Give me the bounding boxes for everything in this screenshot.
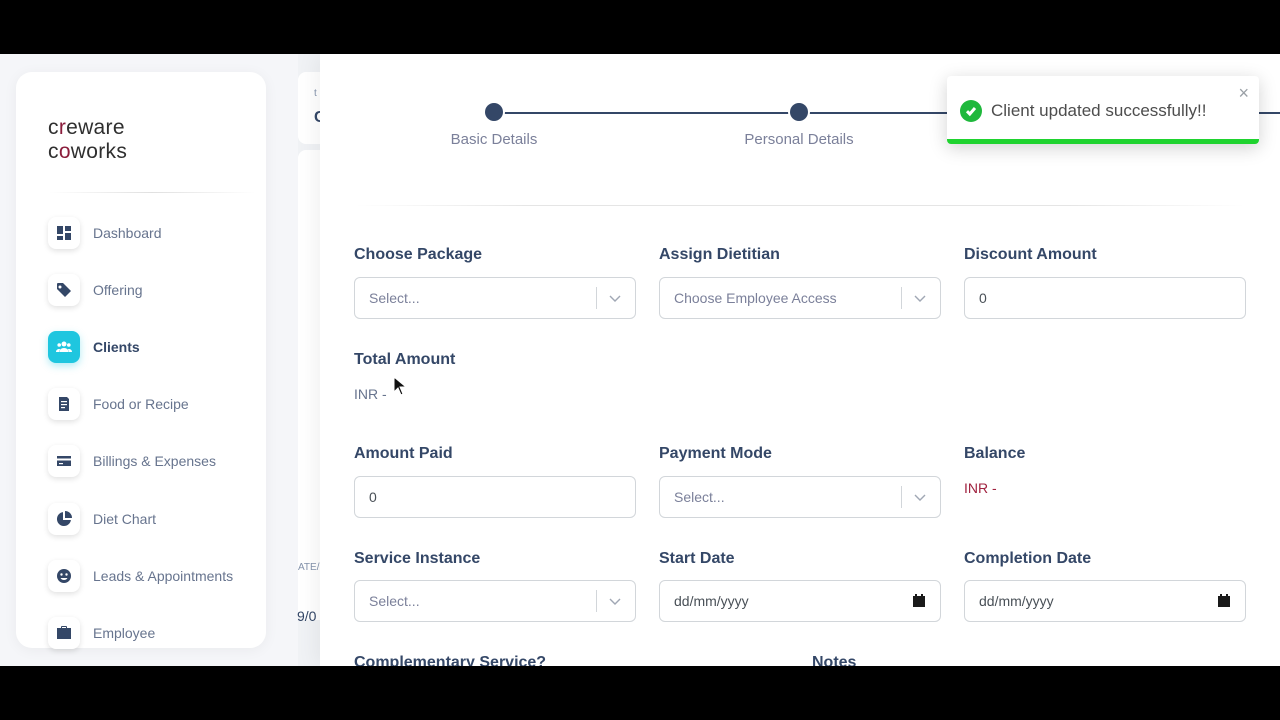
- credit-card-icon: [48, 445, 80, 478]
- select-placeholder: Select...: [674, 489, 725, 505]
- sidebar-divider: [48, 192, 256, 193]
- select-separator: [901, 486, 902, 508]
- sidebar-item-dashboard[interactable]: Dashboard: [48, 204, 258, 261]
- users-icon: [48, 330, 80, 363]
- close-icon[interactable]: ×: [1238, 84, 1249, 102]
- dashboard-icon: [48, 216, 80, 249]
- sidebar-item-clients[interactable]: Clients: [48, 318, 258, 375]
- step-label: Personal Details: [744, 131, 854, 148]
- sidebar-item-label: Offering: [93, 281, 143, 298]
- choose-package-select[interactable]: Select...: [354, 277, 636, 319]
- select-placeholder: Select...: [369, 593, 420, 609]
- select-separator: [901, 287, 902, 309]
- sidebar-item-label: Dashboard: [93, 224, 162, 241]
- sidebar-item-food-or-recipe[interactable]: Food or Recipe: [48, 376, 258, 433]
- input-value: 0: [979, 290, 987, 306]
- start-date-input[interactable]: dd/mm/yyyy: [659, 580, 941, 622]
- sidebar-item-leads-appointments[interactable]: Leads & Appointments: [48, 547, 258, 604]
- mouse-cursor-icon: [393, 376, 407, 396]
- sidebar-item-label: Clients: [93, 338, 140, 355]
- sidebar-item-billings-expenses[interactable]: Billings & Expenses: [48, 433, 258, 490]
- step-basic-details[interactable]: Basic Details: [394, 103, 594, 148]
- sidebar-item-label: Employee: [93, 624, 156, 641]
- discount-amount-label: Discount Amount: [964, 246, 1097, 263]
- check-circle-icon: [960, 100, 982, 122]
- payment-mode-label: Payment Mode: [659, 445, 772, 462]
- chevron-down-icon[interactable]: [912, 290, 928, 306]
- completion-date-label: Completion Date: [964, 550, 1092, 567]
- complementary-service-label: Complementary Service?: [354, 654, 547, 666]
- step-dot: [485, 103, 503, 121]
- success-toast: Client updated successfully!! ×: [947, 76, 1259, 144]
- balance-value: INR -: [964, 480, 997, 496]
- sidebar-item-diet-chart[interactable]: Diet Chart: [48, 490, 258, 547]
- select-separator: [596, 590, 597, 612]
- completion-date-input[interactable]: dd/mm/yyyy: [964, 580, 1246, 622]
- sidebar-item-label: Food or Recipe: [93, 396, 189, 413]
- calendar-icon[interactable]: [912, 594, 926, 608]
- date-placeholder: dd/mm/yyyy: [979, 593, 1054, 609]
- tag-icon: [48, 273, 80, 306]
- logo-line-2: coworks: [48, 140, 128, 163]
- face-icon: [48, 559, 80, 592]
- assign-dietitian-label: Assign Dietitian: [659, 246, 780, 263]
- brand-logo[interactable]: creware coworks: [48, 116, 127, 164]
- document-icon: [48, 388, 80, 421]
- sidebar-item-label: Billings & Expenses: [93, 453, 216, 470]
- select-placeholder: Choose Employee Access: [674, 290, 837, 306]
- select-placeholder: Select...: [369, 290, 420, 306]
- amount-paid-input[interactable]: 0: [354, 476, 636, 518]
- pie-chart-icon: [48, 502, 80, 535]
- app-viewport: creware coworks Dashboard Offering Clien…: [0, 54, 1280, 666]
- calendar-icon[interactable]: [1217, 594, 1231, 608]
- amount-paid-label: Amount Paid: [354, 445, 453, 462]
- sidebar-item-label: Diet Chart: [93, 510, 157, 527]
- chevron-down-icon[interactable]: [607, 290, 623, 306]
- logo-line-1: creware: [48, 116, 125, 139]
- input-value: 0: [369, 489, 377, 505]
- choose-package-label: Choose Package: [354, 246, 483, 263]
- date-placeholder: dd/mm/yyyy: [674, 593, 749, 609]
- sidebar: creware coworks Dashboard Offering Clien…: [16, 72, 266, 649]
- total-amount-label: Total Amount: [354, 351, 456, 368]
- payment-mode-select[interactable]: Select...: [659, 476, 941, 518]
- balance-label: Balance: [964, 445, 1026, 462]
- step-personal-details[interactable]: Personal Details: [699, 103, 899, 148]
- briefcase-icon: [48, 616, 80, 649]
- service-instance-label: Service Instance: [354, 550, 481, 567]
- notes-label: Notes: [812, 654, 857, 666]
- panel-divider: [354, 205, 1246, 206]
- select-separator: [596, 287, 597, 309]
- sidebar-item-offering[interactable]: Offering: [48, 261, 258, 318]
- background-cell: 9/0: [297, 608, 317, 624]
- sidebar-item-label: Leads & Appointments: [93, 567, 234, 584]
- service-instance-select[interactable]: Select...: [354, 580, 636, 622]
- toast-progress-bar: [947, 139, 1259, 144]
- edit-client-panel: Basic Details Personal Details Plan Deta…: [320, 54, 1280, 666]
- total-amount-value: INR -: [354, 386, 387, 402]
- background-column-header: ATE/: [298, 562, 320, 573]
- chevron-down-icon[interactable]: [607, 593, 623, 609]
- step-label: Basic Details: [450, 131, 538, 148]
- start-date-label: Start Date: [659, 550, 735, 567]
- chevron-down-icon[interactable]: [912, 489, 928, 505]
- toast-message: Client updated successfully!!: [991, 101, 1207, 120]
- sidebar-nav: Dashboard Offering Clients Food or Recip…: [48, 204, 258, 662]
- sidebar-item-employee[interactable]: Employee: [48, 604, 258, 661]
- step-dot: [790, 103, 808, 121]
- assign-dietitian-select[interactable]: Choose Employee Access: [659, 277, 941, 319]
- background-fragment: t: [314, 88, 317, 99]
- discount-amount-input[interactable]: 0: [964, 277, 1246, 319]
